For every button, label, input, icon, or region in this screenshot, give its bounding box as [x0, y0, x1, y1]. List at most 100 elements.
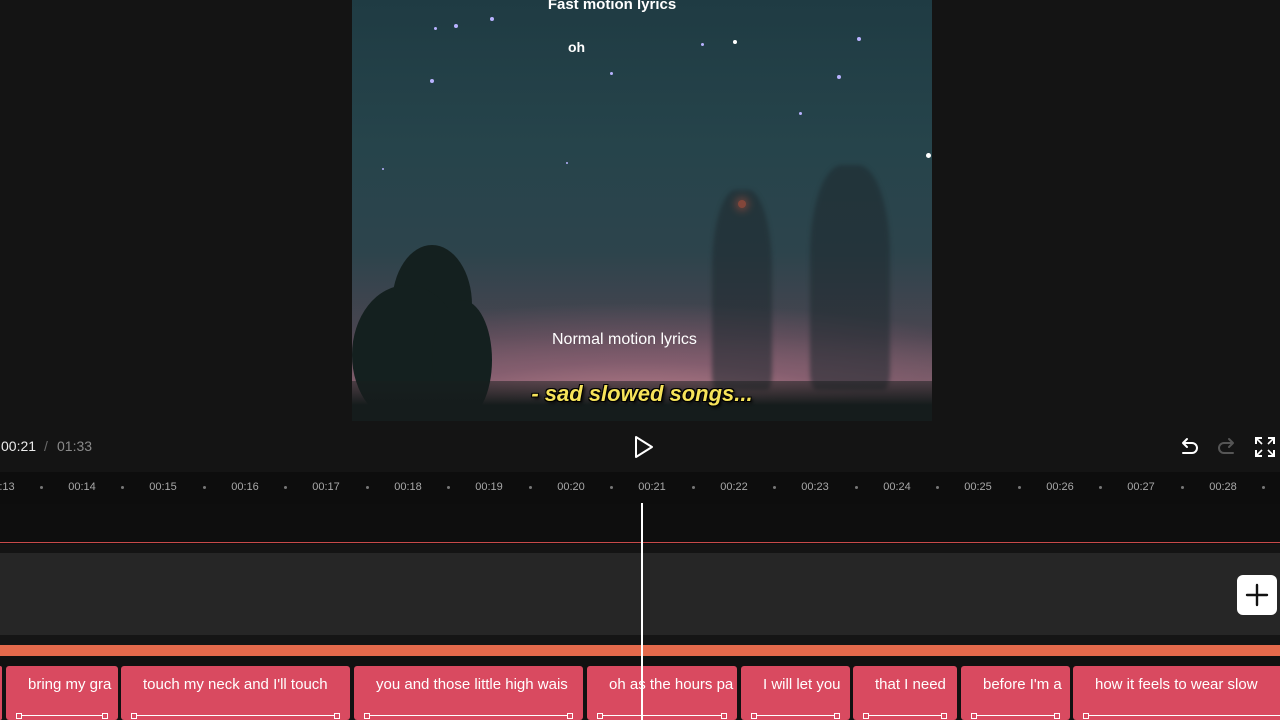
ruler-label: 00:22 [720, 481, 748, 493]
lyric-clip-label: touch my neck and I'll touch [143, 676, 328, 693]
star [926, 153, 931, 158]
ruler-label: 00:23 [801, 481, 829, 493]
play-button[interactable] [628, 433, 658, 461]
video-track[interactable] [0, 553, 1280, 635]
lyric-clip[interactable]: bring my gra [6, 666, 118, 720]
clip-handle-end[interactable] [834, 713, 840, 719]
redo-button[interactable] [1214, 434, 1240, 460]
clip-handle-start[interactable] [364, 713, 370, 719]
lyric-clip[interactable] [0, 666, 2, 720]
ruler-label: 00:24 [883, 481, 911, 493]
fullscreen-button[interactable] [1252, 434, 1278, 460]
time-ruler[interactable]: :13 00:14 00:15 00:16 00:17 00:18 00:19 … [0, 472, 1280, 504]
clip-range-bar [367, 715, 570, 716]
ruler-label: 00:16 [231, 481, 259, 493]
star [857, 37, 861, 41]
add-track-button[interactable] [1237, 575, 1277, 615]
clip-handle-start[interactable] [1083, 713, 1089, 719]
star [382, 168, 384, 170]
ruler-label: 00:27 [1127, 481, 1155, 493]
clip-handle-end[interactable] [102, 713, 108, 719]
star [454, 24, 458, 28]
watermark-text: - sad slowed songs... [531, 381, 753, 406]
ruler-label: 00:14 [68, 481, 96, 493]
clip-handle-start[interactable] [16, 713, 22, 719]
clip-handle-start[interactable] [131, 713, 137, 719]
ruler-tick [692, 486, 695, 489]
clip-range-bar [19, 715, 105, 716]
undo-icon [1182, 438, 1198, 454]
ruler-label: 00:26 [1046, 481, 1074, 493]
lyric-clip[interactable]: how it feels to wear slow [1073, 666, 1280, 720]
ruler-tick [366, 486, 369, 489]
clip-handle-end[interactable] [567, 713, 573, 719]
lyric-clip[interactable]: touch my neck and I'll touch [121, 666, 350, 720]
ruler-tick [529, 486, 532, 489]
lyric-clip-label: oh as the hours pa [609, 676, 734, 693]
clip-handle-start[interactable] [863, 713, 869, 719]
lyric-clip-label: how it feels to wear slow [1095, 676, 1258, 693]
play-icon [635, 436, 653, 458]
ruler-tick [1099, 486, 1102, 489]
star [434, 27, 437, 30]
lyric-clip-label: you and those little high wais [376, 676, 568, 693]
time-separator: / [44, 438, 48, 454]
ruler-label: 00:20 [557, 481, 585, 493]
ruler-tick [1018, 486, 1021, 489]
star [733, 40, 737, 44]
ruler-label: :13 [0, 481, 15, 493]
clip-handle-end[interactable] [1054, 713, 1060, 719]
clip-handle-start[interactable] [597, 713, 603, 719]
ruler-label: 00:28 [1209, 481, 1237, 493]
fast-motion-caption[interactable]: Fast motion lyrics [352, 0, 902, 13]
ruler-tick [1262, 486, 1265, 489]
current-time: 00:21 [1, 438, 37, 454]
clip-range-bar [1086, 715, 1280, 716]
video-preview[interactable]: Fast motion lyrics oh Normal motion lyri… [352, 0, 932, 421]
clip-handle-start[interactable] [971, 713, 977, 719]
clip-handle-end[interactable] [941, 713, 947, 719]
lyrics-track[interactable]: bring my gra touch my neck and I'll touc… [0, 656, 1280, 720]
ruler-label: 00:18 [394, 481, 422, 493]
playhead[interactable] [641, 503, 643, 720]
lyric-clip[interactable]: oh as the hours pa [587, 666, 737, 720]
normal-motion-caption[interactable]: Normal motion lyrics [552, 331, 697, 349]
ruler-label: 00:17 [312, 481, 340, 493]
lyric-clip[interactable]: before I'm a [961, 666, 1070, 720]
fullscreen-icon [1255, 437, 1275, 457]
ruler-label: 00:25 [964, 481, 992, 493]
lyric-clip[interactable]: I will let you [741, 666, 850, 720]
lyric-clip[interactable]: you and those little high wais [354, 666, 583, 720]
plus-icon [1245, 583, 1269, 607]
ruler-tick [203, 486, 206, 489]
figure-silhouette [810, 165, 890, 390]
star [430, 79, 434, 83]
clip-range-bar [866, 715, 944, 716]
star [701, 43, 704, 46]
clip-handle-end[interactable] [721, 713, 727, 719]
lyric-clip-label: I will let you [763, 676, 841, 693]
lyric-caption-oh[interactable]: oh [568, 39, 585, 55]
ruler-tick [936, 486, 939, 489]
ruler-tick [610, 486, 613, 489]
track-gap [0, 635, 1280, 645]
ruler-tick [1181, 486, 1184, 489]
track-separator-line [0, 542, 1280, 543]
ruler-tick [40, 486, 43, 489]
audio-track[interactable] [0, 645, 1280, 656]
clip-handle-end[interactable] [334, 713, 340, 719]
clip-range-bar [974, 715, 1057, 716]
clip-range-bar [754, 715, 837, 716]
clip-range-bar [134, 715, 337, 716]
lyric-clip[interactable]: that I need [853, 666, 957, 720]
ruler-label: 00:19 [475, 481, 503, 493]
ruler-tick [447, 486, 450, 489]
star [566, 162, 568, 164]
star [799, 112, 802, 115]
clip-handle-start[interactable] [751, 713, 757, 719]
undo-button[interactable] [1176, 434, 1202, 460]
empty-track[interactable] [0, 504, 1280, 544]
star [490, 17, 494, 21]
lyric-clip-label: before I'm a [983, 676, 1062, 693]
redo-icon [1218, 438, 1234, 454]
